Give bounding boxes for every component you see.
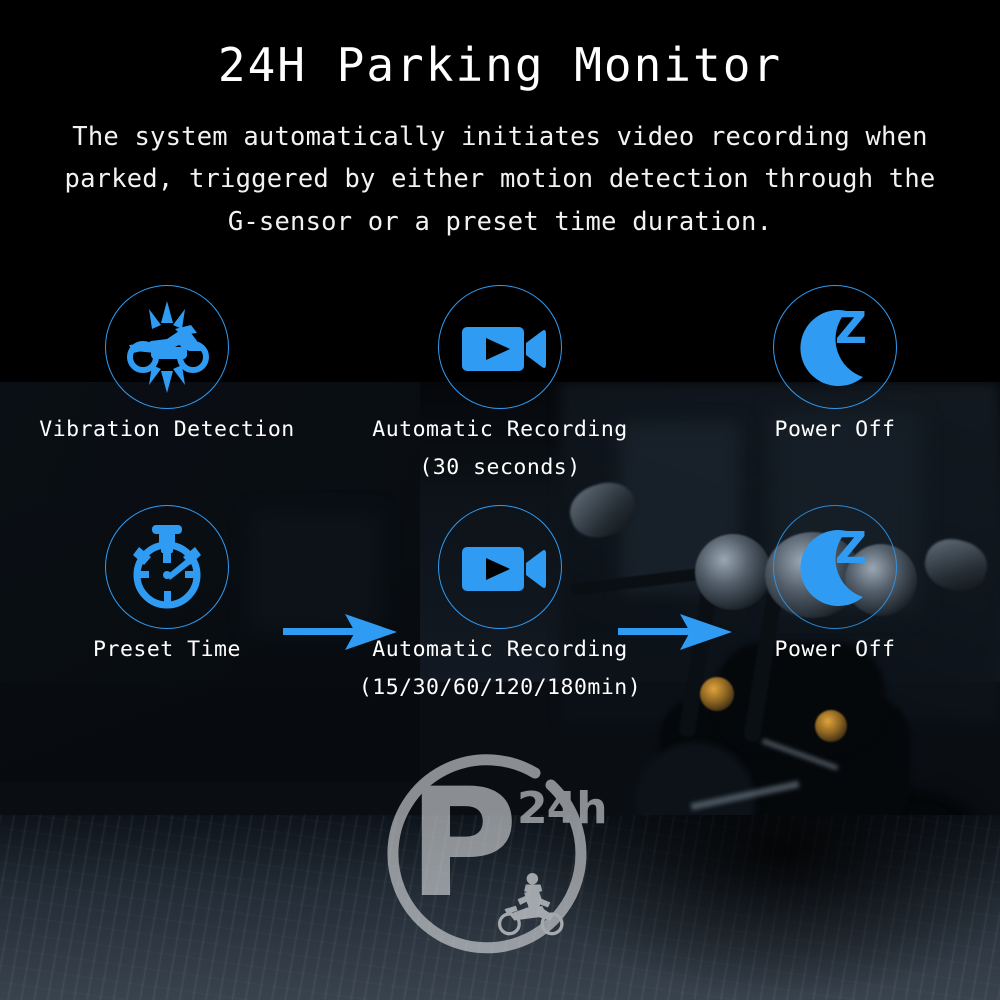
flow-step-vibration-detection[interactable]: Vibration Detection	[39, 285, 294, 442]
motorcycle-indicator	[815, 710, 847, 742]
flow-step-power-off[interactable]: Z Power Off	[720, 505, 950, 662]
infographic-canvas: 24H Parking Monitor The system automatic…	[0, 0, 1000, 1000]
flow-step-label: Vibration Detection	[39, 417, 295, 442]
flow-step-label: Preset Time	[93, 637, 241, 662]
flow-step-sublabel: (15/30/60/120/180min)	[358, 675, 642, 700]
flow-step-label: Power Off	[774, 637, 896, 662]
preset-time-flow-row: Preset Time Automatic Recording (15/30/6…	[0, 505, 1000, 700]
svg-text:Z: Z	[835, 523, 867, 574]
flow-step-label: Automatic Recording	[372, 637, 628, 662]
watermark-badge-24h: 24h	[517, 783, 608, 834]
moon-sleep-icon: Z	[773, 285, 897, 409]
video-camera-icon	[438, 505, 562, 629]
watermark-letter-p: P	[408, 757, 518, 931]
flow-step-label: Power Off	[774, 417, 896, 442]
flow-step-power-off[interactable]: Z Power Off	[720, 285, 950, 442]
motorcycle-vibration-icon	[105, 285, 229, 409]
page-subtitle: The system automatically initiates video…	[64, 122, 936, 237]
svg-text:Z: Z	[835, 303, 867, 354]
page-title: 24H Parking Monitor	[217, 38, 783, 92]
vibration-flow-row: Vibration Detection Automatic Recording …	[0, 285, 1000, 650]
flow-step-automatic-recording[interactable]: Automatic Recording (15/30/60/120/180min…	[359, 505, 641, 700]
parking-24h-watermark: P 24h	[385, 745, 610, 970]
flow-step-sublabel: (30 seconds)	[419, 455, 581, 480]
stopwatch-icon	[105, 505, 229, 629]
flow-step-preset-time[interactable]: Preset Time	[52, 505, 282, 662]
moon-sleep-icon: Z	[773, 505, 897, 629]
flow-step-label: Automatic Recording	[372, 417, 628, 442]
video-camera-icon	[438, 285, 562, 409]
flow-step-automatic-recording[interactable]: Automatic Recording (30 seconds)	[372, 285, 627, 480]
